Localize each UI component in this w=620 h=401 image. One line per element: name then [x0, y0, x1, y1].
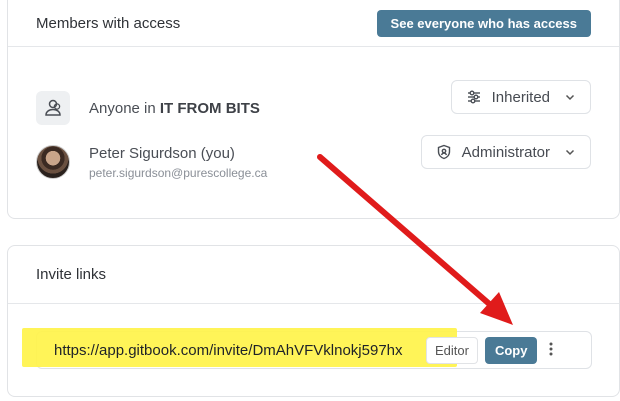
invite-title: Invite links — [36, 266, 107, 283]
avatar — [36, 145, 70, 179]
role-select-administrator[interactable]: Administrator — [420, 135, 591, 169]
see-everyone-button[interactable]: See everyone who has access — [376, 10, 591, 37]
member-org-name: IT FROM BITS — [159, 99, 260, 117]
members-card: Members with access See everyone who has… — [7, 0, 620, 219]
member-name-prefix: Anyone in — [89, 99, 160, 117]
copy-button[interactable]: Copy — [484, 336, 538, 364]
members-title: Members with access — [36, 15, 181, 32]
sliders-icon — [466, 89, 482, 105]
group-icon — [36, 91, 70, 125]
invite-header: Invite links — [8, 246, 619, 304]
chevron-down-icon — [564, 91, 576, 103]
invite-url[interactable]: https://app.gitbook.com/invite/DmAhVFVkl… — [54, 342, 426, 359]
shield-icon — [436, 144, 452, 160]
chevron-down-icon — [564, 146, 576, 158]
role-label: Inherited — [491, 88, 550, 106]
member-row-group: Anyone in IT FROM BITS Inherited — [36, 80, 591, 136]
role-label: Administrator — [461, 143, 550, 161]
member-row-user: Peter Sigurdson (you) peter.sigurdson@pu… — [36, 132, 591, 192]
invite-role-select[interactable]: Editor — [426, 336, 478, 364]
more-vertical-icon[interactable] — [549, 341, 553, 360]
role-select-inherited[interactable]: Inherited — [450, 80, 591, 114]
members-header: Members with access See everyone who has… — [8, 1, 619, 47]
invite-link-row: https://app.gitbook.com/invite/DmAhVFVkl… — [22, 328, 592, 369]
invite-links-card: Invite links https://app.gitbook.com/inv… — [7, 245, 620, 397]
